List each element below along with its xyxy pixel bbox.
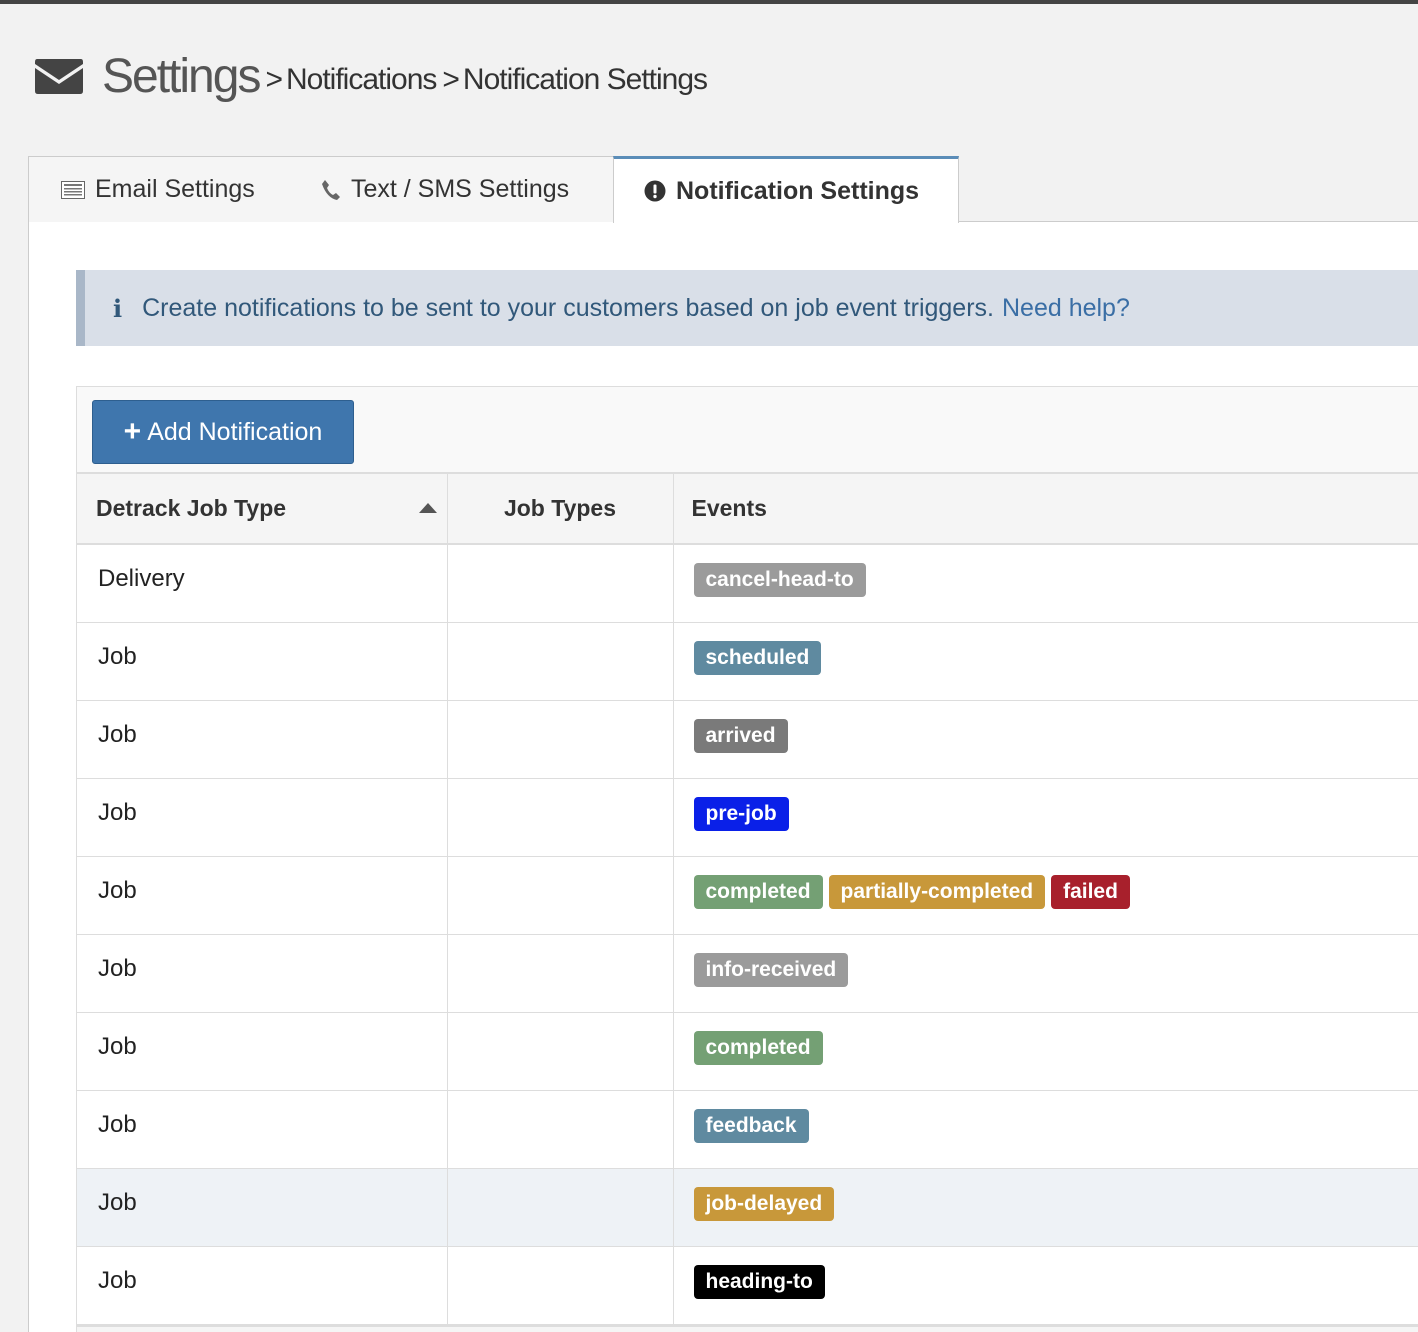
table-body: Delivery cancel-head-to Job scheduled Job arr… xyxy=(77,544,1418,1325)
table-row[interactable]: Job pre-job xyxy=(77,778,1418,857)
table-row[interactable]: Job feedback xyxy=(77,1090,1418,1169)
cell-events: info-received xyxy=(673,934,1418,1013)
table-row[interactable]: Job scheduled xyxy=(77,622,1418,701)
table-toolbar: + Add Notification xyxy=(77,387,1418,474)
cell-job-types xyxy=(447,856,674,935)
top-bar xyxy=(0,0,1418,4)
event-badge: partially-completed xyxy=(828,874,1046,909)
tab-label: Email Settings xyxy=(95,175,255,203)
breadcrumb-settings[interactable]: Settings xyxy=(102,49,261,104)
table-row[interactable]: Job info-received xyxy=(77,934,1418,1013)
cell-events: cancel-head-to xyxy=(673,544,1418,623)
info-alert-text: Create notifications to be sent to your … xyxy=(142,293,994,322)
tab-email-settings[interactable]: Email Settings xyxy=(28,156,291,222)
tab-spacer xyxy=(959,156,1418,222)
cell-detrack-job-type: Job xyxy=(77,778,448,857)
event-badge: feedback xyxy=(693,1108,809,1143)
cell-detrack-job-type: Job xyxy=(77,1168,448,1247)
breadcrumb-notifications[interactable]: Notifications xyxy=(286,63,437,97)
cell-detrack-job-type: Job xyxy=(77,1246,448,1325)
plus-icon: + xyxy=(123,415,142,448)
table-footer xyxy=(77,1324,1418,1332)
phone-icon xyxy=(321,179,341,201)
cell-job-types xyxy=(447,1168,674,1247)
cell-events: completed partially-completed failed xyxy=(673,856,1418,935)
event-badge: scheduled xyxy=(693,640,822,675)
add-notification-button[interactable]: + Add Notification xyxy=(92,400,354,464)
cell-detrack-job-type: Job xyxy=(77,934,448,1013)
event-badge: cancel-head-to xyxy=(693,563,866,597)
list-icon xyxy=(61,180,85,199)
event-badge: heading-to xyxy=(693,1264,825,1299)
info-alert: i Create notifications to be sent to you… xyxy=(76,270,1418,346)
add-notification-label: Add Notification xyxy=(147,417,323,446)
cell-events: completed xyxy=(673,1012,1418,1091)
cell-job-types xyxy=(447,544,674,623)
cell-job-types xyxy=(447,622,674,701)
event-badge: job-delayed xyxy=(693,1186,835,1221)
event-badge: pre-job xyxy=(693,796,789,831)
info-icon: i xyxy=(113,293,123,323)
cell-events: job-delayed xyxy=(673,1168,1418,1247)
column-header-job-types[interactable]: Job Types xyxy=(447,474,674,545)
breadcrumb-notification-settings: Notification Settings xyxy=(462,63,708,96)
cell-detrack-job-type: Delivery xyxy=(77,544,448,623)
tab-label: Text / SMS Settings xyxy=(351,175,570,203)
tab-label: Notification Settings xyxy=(676,176,920,205)
tab-notification-settings[interactable]: Notification Settings xyxy=(613,156,959,223)
cell-detrack-job-type: Job xyxy=(77,1012,448,1091)
column-header-label: Detrack Job Type xyxy=(96,495,287,521)
table-row[interactable]: Job completed partially-completed failed xyxy=(77,856,1418,935)
notifications-table: Detrack Job Type Job Types Events Delive… xyxy=(77,474,1418,1325)
column-header-detrack-job-type[interactable]: Detrack Job Type xyxy=(77,474,448,545)
envelope-icon xyxy=(35,59,83,94)
cell-detrack-job-type: Job xyxy=(77,856,448,935)
need-help-link[interactable]: Need help? xyxy=(1002,294,1130,323)
column-header-label: Events xyxy=(691,495,767,521)
event-badge: completed xyxy=(693,1030,823,1065)
column-header-label: Job Types xyxy=(503,495,617,521)
cell-detrack-job-type: Job xyxy=(77,622,448,701)
cell-events: arrived xyxy=(673,700,1418,779)
table-row[interactable]: Delivery cancel-head-to xyxy=(77,544,1418,623)
cell-job-types xyxy=(447,778,674,857)
cell-detrack-job-type: Job xyxy=(77,1090,448,1169)
event-badge: completed xyxy=(693,874,823,909)
cell-events: scheduled xyxy=(673,622,1418,701)
cell-detrack-job-type: Job xyxy=(77,700,448,779)
cell-job-types xyxy=(447,1090,674,1169)
tab-text-sms-settings[interactable]: Text / SMS Settings xyxy=(291,156,613,222)
cell-job-types xyxy=(447,700,674,779)
cell-job-types xyxy=(447,1012,674,1091)
event-badge: failed xyxy=(1051,874,1130,909)
cell-job-types xyxy=(447,1246,674,1325)
event-badge: info-received xyxy=(693,952,849,987)
table-row[interactable]: Job arrived xyxy=(77,700,1418,779)
cell-events: feedback xyxy=(673,1090,1418,1169)
sort-ascending-icon[interactable] xyxy=(418,503,437,513)
table-row[interactable]: Job heading-to xyxy=(77,1246,1418,1325)
cell-job-types xyxy=(447,934,674,1013)
notifications-table-container: + Add Notification Detrack Job Type Job … xyxy=(76,386,1418,1332)
table-row[interactable]: Job completed xyxy=(77,1012,1418,1091)
breadcrumb-separator: > xyxy=(442,63,460,96)
table-row[interactable]: Job job-delayed xyxy=(77,1168,1418,1247)
event-badge: arrived xyxy=(693,718,788,753)
breadcrumb-separator: > xyxy=(265,63,283,96)
breadcrumb: Settings > Notifications > Notification … xyxy=(34,46,708,106)
cell-events: pre-job xyxy=(673,778,1418,857)
cell-events: heading-to xyxy=(673,1246,1418,1325)
column-header-events[interactable]: Events xyxy=(673,474,1418,545)
settings-tabs: Email Settings Text / SMS Settings Notif… xyxy=(28,156,1418,223)
exclamation-circle-icon xyxy=(644,180,666,202)
